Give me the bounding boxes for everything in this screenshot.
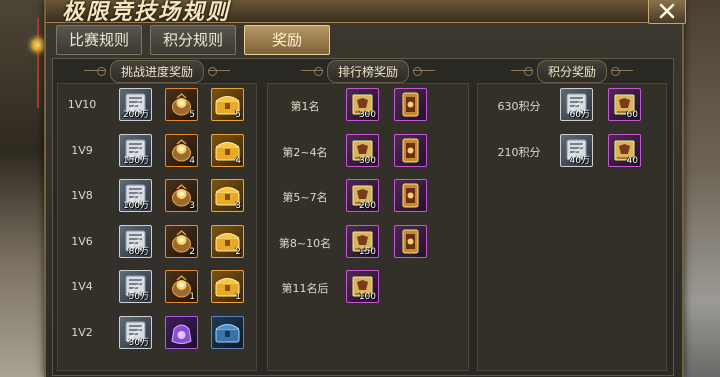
tab-bar: 比赛规则 积分规则 奖励: [56, 25, 330, 55]
item-quantity: 40: [626, 155, 638, 166]
item-quantity: 60: [626, 110, 638, 120]
item-quantity: 40万: [569, 155, 590, 166]
row-label: 1V4: [71, 280, 93, 293]
reward-item[interactable]: [394, 179, 427, 212]
item-quantity: 4: [235, 155, 241, 166]
reward-item[interactable]: 2: [211, 224, 244, 258]
reward-item[interactable]: 100: [346, 270, 379, 303]
reward-item[interactable]: [394, 88, 427, 121]
reward-item[interactable]: 4: [211, 133, 244, 167]
background-left-scenery: [0, 0, 48, 377]
reward-item[interactable]: 200: [346, 179, 379, 212]
reward-item[interactable]: 40万: [560, 133, 593, 167]
item-quantity: 30万: [128, 337, 149, 348]
row-label: 1V10: [67, 98, 97, 111]
item-quantity: 200: [358, 201, 376, 211]
item-quantity: 200万: [122, 110, 149, 120]
ranking-section: 排行榜奖励 第1名 300 第2~4名 300 第5~7名 200 第8~10名 150 第11…: [267, 59, 469, 371]
reward-item[interactable]: 3: [165, 179, 198, 212]
row-label: 第5~7名: [282, 191, 328, 204]
tab-rewards[interactable]: 奖励: [244, 25, 330, 55]
reward-item[interactable]: 80万: [119, 224, 152, 258]
title-bar: 极限竞技场规则: [46, 0, 682, 25]
reward-item[interactable]: 300: [346, 88, 379, 121]
item-quantity: 100: [358, 292, 376, 302]
ornament-left: [83, 66, 106, 76]
ornament-right: [208, 66, 230, 76]
reward-item[interactable]: [394, 133, 427, 167]
reward-item[interactable]: 300: [346, 133, 379, 167]
ranking-section-title: 排行榜奖励: [326, 59, 409, 83]
item-quantity: 3: [235, 201, 241, 211]
reward-item[interactable]: 5: [211, 88, 244, 121]
points-section-title: 积分奖励: [536, 59, 607, 83]
row-label: 第11名后: [281, 282, 329, 295]
item-quantity: 150万: [122, 155, 149, 166]
item-quantity: 5: [235, 110, 241, 120]
reward-item[interactable]: 60: [608, 88, 641, 121]
window-title: 极限竞技场规则: [62, 0, 231, 25]
item-quantity: 1: [189, 292, 195, 302]
item-quantity: 60万: [569, 110, 590, 120]
reward-item[interactable]: 1: [211, 270, 244, 303]
reward-item[interactable]: 4: [165, 133, 198, 167]
item-quantity: 300: [358, 110, 376, 120]
item-quantity: 80万: [128, 246, 149, 257]
row-label: 第8~10名: [278, 236, 332, 250]
reward-item[interactable]: 60万: [560, 88, 593, 121]
reward-item[interactable]: 30万: [119, 315, 152, 349]
challenge-section-title: 挑战进度奖励: [109, 59, 204, 83]
reward-item[interactable]: 2: [165, 224, 198, 258]
ornament-left: [510, 66, 533, 76]
close-button[interactable]: [648, 0, 686, 24]
reward-item[interactable]: 50万: [119, 270, 152, 303]
item-quantity: 2: [235, 246, 241, 257]
ornament-left: [300, 66, 323, 76]
challenge-section-header: 挑战进度奖励: [58, 59, 256, 83]
points-section: 积分奖励 630积分 60万 60 210积分 40万 40: [477, 59, 667, 371]
row-label: 210积分: [497, 145, 541, 159]
item-quantity: 2: [189, 246, 195, 257]
row-label: 第1名: [290, 100, 320, 113]
points-section-header: 积分奖励: [478, 59, 666, 83]
ranking-section-header: 排行榜奖励: [268, 59, 468, 83]
row-label: 1V8: [71, 189, 93, 202]
reward-item[interactable]: 150万: [119, 133, 152, 167]
rules-window: 极限竞技场规则 比赛规则 积分规则 奖励 挑战进度奖励 1V10 200万 5 5 1V…: [44, 0, 686, 377]
challenge-progress-section: 挑战进度奖励 1V10 200万 5 5 1V9 150万 4 4 1V8 100万 3 3 1V6 80…: [57, 59, 257, 371]
row-label: 第2~4名: [282, 145, 328, 159]
item-quantity: 100万: [122, 201, 149, 211]
reward-item[interactable]: 5: [165, 88, 198, 121]
lantern-icon: [31, 38, 45, 52]
tab-points-rules[interactable]: 积分规则: [150, 25, 236, 55]
item-quantity: 300: [358, 155, 376, 166]
item-quantity: 5: [189, 110, 195, 120]
reward-item[interactable]: 200万: [119, 88, 152, 121]
ornament-right: [413, 66, 435, 76]
row-label: 1V9: [71, 143, 93, 157]
tab-match-rules[interactable]: 比赛规则: [56, 25, 142, 55]
close-icon: [659, 3, 675, 19]
lantern-string: [37, 18, 39, 108]
item-quantity: 150: [358, 246, 376, 257]
item-quantity: 4: [189, 155, 195, 166]
reward-item[interactable]: [165, 315, 198, 349]
reward-item[interactable]: 3: [211, 179, 244, 212]
reward-item[interactable]: [211, 315, 244, 349]
item-quantity: 50万: [128, 292, 149, 302]
reward-item[interactable]: [394, 224, 427, 258]
row-label: 1V6: [71, 234, 93, 248]
reward-item[interactable]: 100万: [119, 179, 152, 212]
reward-item[interactable]: 150: [346, 224, 379, 258]
ornament-right: [611, 66, 633, 76]
item-quantity: 3: [189, 201, 195, 211]
rewards-panel: 挑战进度奖励 1V10 200万 5 5 1V9 150万 4 4 1V8 100万 3 3 1V6 80…: [52, 58, 674, 376]
reward-item[interactable]: 1: [165, 270, 198, 303]
item-quantity: 1: [235, 292, 241, 302]
row-label: 630积分: [497, 100, 541, 113]
reward-item[interactable]: 40: [608, 133, 641, 167]
row-label: 1V2: [71, 325, 93, 339]
